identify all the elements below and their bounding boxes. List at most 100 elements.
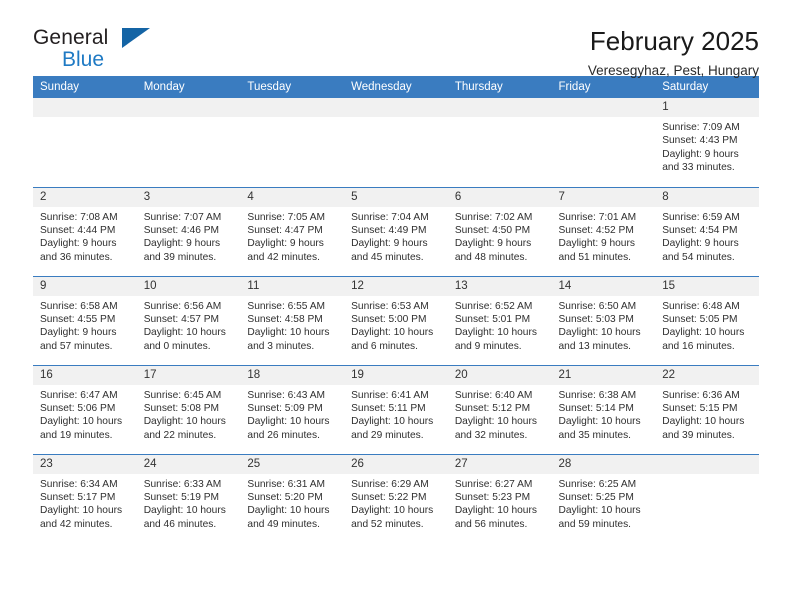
calendar-day-cell[interactable]: 18 Sunrise: 6:43 AM Sunset: 5:09 PM Dayligh… [240, 364, 345, 454]
sunrise-text: Sunrise: 6:58 AM [40, 300, 118, 312]
sunset-text: Sunset: 5:06 PM [40, 402, 116, 414]
daylight-text: Daylight: 10 hours and 6 minutes. [351, 327, 434, 352]
calendar-day-cell[interactable]: 15 Sunrise: 6:48 AM Sunset: 5:05 PM Dayligh… [655, 275, 759, 365]
calendar-day-cell-empty [33, 98, 137, 187]
day-number: 18 [240, 365, 345, 385]
day-details: Sunrise: 6:31 AM Sunset: 5:20 PM Daylight:… [240, 474, 344, 532]
calendar-day-cell[interactable]: 23 Sunrise: 6:34 AM Sunset: 5:17 PM Dayligh… [33, 453, 137, 543]
daylight-text: Daylight: 10 hours and 46 minutes. [143, 505, 226, 530]
daylight-text: Daylight: 10 hours and 16 minutes. [662, 327, 745, 352]
calendar-day-cell[interactable]: 14 Sunrise: 6:50 AM Sunset: 5:03 PM Dayligh… [551, 275, 656, 365]
calendar-header-row: Sunday Monday Tuesday Wednesday Thursday… [33, 76, 759, 98]
calendar-day-cell[interactable]: 13 Sunrise: 6:52 AM Sunset: 5:01 PM Dayligh… [447, 275, 552, 365]
sunset-text: Sunset: 5:03 PM [558, 313, 634, 325]
calendar-day-cell[interactable]: 19 Sunrise: 6:41 AM Sunset: 5:11 PM Dayligh… [344, 364, 448, 454]
sunset-text: Sunset: 5:17 PM [40, 491, 116, 503]
calendar-day-cell[interactable]: 28 Sunrise: 6:25 AM Sunset: 5:25 PM Dayligh… [551, 453, 656, 543]
calendar-day-cell[interactable]: 7 Sunrise: 7:01 AM Sunset: 4:52 PM Daylight… [551, 186, 656, 276]
calendar-page: General Blue February 2025 Veresegyhaz, … [0, 0, 792, 612]
page-subtitle: Veresegyhaz, Pest, Hungary [587, 63, 759, 79]
sunset-text: Sunset: 4:58 PM [247, 313, 323, 325]
calendar-day-cell[interactable]: 5 Sunrise: 7:04 AM Sunset: 4:49 PM Daylight… [344, 186, 448, 276]
sunrise-text: Sunrise: 6:43 AM [247, 389, 325, 401]
day-details: Sunrise: 6:53 AM Sunset: 5:00 PM Daylight:… [344, 296, 448, 354]
calendar-week-row: 9 Sunrise: 6:58 AM Sunset: 4:55 PM Daylight… [33, 275, 759, 365]
calendar-day-cell[interactable]: 27 Sunrise: 6:27 AM Sunset: 5:23 PM Dayligh… [447, 453, 552, 543]
calendar-day-cell[interactable]: 6 Sunrise: 7:02 AM Sunset: 4:50 PM Daylight… [447, 186, 552, 276]
sunrise-text: Sunrise: 7:01 AM [558, 211, 637, 223]
calendar-day-cell[interactable]: 20 Sunrise: 6:40 AM Sunset: 5:12 PM Dayligh… [447, 364, 552, 454]
weekday-header-saturday: Saturday [655, 76, 759, 98]
sunset-text: Sunset: 5:14 PM [558, 402, 634, 414]
sunset-text: Sunset: 4:52 PM [558, 224, 634, 236]
sunset-text: Sunset: 4:50 PM [454, 224, 531, 236]
calendar-day-cell[interactable]: 4 Sunrise: 7:05 AM Sunset: 4:47 PM Daylight… [240, 186, 345, 276]
day-number: 19 [344, 365, 448, 385]
sunrise-text: Sunrise: 6:48 AM [662, 300, 740, 312]
sunrise-text: Sunrise: 7:08 AM [40, 211, 118, 223]
daylight-text: Daylight: 10 hours and 26 minutes. [247, 416, 330, 441]
calendar-day-cell[interactable]: 8 Sunrise: 6:59 AM Sunset: 4:54 PM Daylight… [655, 186, 759, 276]
calendar-day-cell[interactable]: 1 Sunrise: 7:09 AM Sunset: 4:43 PM Daylight… [655, 98, 759, 187]
calendar-day-cell[interactable]: 21 Sunrise: 6:38 AM Sunset: 5:14 PM Dayligh… [551, 364, 656, 454]
daylight-text: Daylight: 10 hours and 35 minutes. [558, 416, 641, 441]
calendar-day-cell[interactable]: 26 Sunrise: 6:29 AM Sunset: 5:22 PM Dayligh… [344, 453, 448, 543]
sunset-text: Sunset: 5:11 PM [351, 402, 426, 414]
daylight-text: Daylight: 9 hours and 57 minutes. [40, 327, 117, 352]
daylight-text: Daylight: 10 hours and 59 minutes. [558, 505, 641, 530]
sunrise-text: Sunrise: 6:53 AM [351, 300, 429, 312]
calendar-day-cell[interactable]: 12 Sunrise: 6:53 AM Sunset: 5:00 PM Dayligh… [344, 275, 448, 365]
sunrise-text: Sunrise: 6:34 AM [40, 478, 118, 490]
day-number: 26 [344, 454, 448, 474]
weekday-header-friday: Friday [551, 76, 656, 98]
sunset-text: Sunset: 5:22 PM [351, 491, 427, 503]
daylight-text: Daylight: 9 hours and 39 minutes. [143, 238, 221, 263]
calendar-day-cell[interactable]: 3 Sunrise: 7:07 AM Sunset: 4:46 PM Daylight… [136, 186, 241, 276]
sunrise-text: Sunrise: 7:02 AM [454, 211, 533, 223]
sunrise-text: Sunrise: 6:36 AM [662, 389, 740, 401]
calendar-day-cell[interactable]: 2 Sunrise: 7:08 AM Sunset: 4:44 PM Daylight… [33, 186, 137, 276]
calendar-day-cell-empty [344, 98, 448, 187]
sunset-text: Sunset: 4:49 PM [351, 224, 427, 236]
weekday-header-monday: Monday [136, 76, 241, 98]
sunset-text: Sunset: 5:19 PM [143, 491, 220, 503]
sunset-text: Sunset: 5:12 PM [454, 402, 531, 414]
calendar-day-cell[interactable]: 10 Sunrise: 6:56 AM Sunset: 4:57 PM Dayligh… [136, 275, 241, 365]
weekday-header-wednesday: Wednesday [344, 76, 448, 98]
day-details: Sunrise: 6:52 AM Sunset: 5:01 PM Daylight:… [448, 296, 552, 354]
sunrise-text: Sunrise: 7:05 AM [247, 211, 325, 223]
calendar-day-cell[interactable]: 16 Sunrise: 6:47 AM Sunset: 5:06 PM Dayligh… [33, 364, 137, 454]
daylight-text: Daylight: 10 hours and 52 minutes. [351, 505, 434, 530]
day-number: 4 [240, 187, 345, 207]
day-details: Sunrise: 6:29 AM Sunset: 5:22 PM Daylight:… [344, 474, 448, 532]
weekday-header-sunday: Sunday [33, 76, 137, 98]
sunrise-text: Sunrise: 6:50 AM [558, 300, 637, 312]
sunrise-text: Sunrise: 7:04 AM [351, 211, 429, 223]
day-number: 2 [33, 187, 137, 207]
calendar-day-cell[interactable]: 25 Sunrise: 6:31 AM Sunset: 5:20 PM Dayligh… [240, 453, 345, 543]
sunrise-text: Sunrise: 6:27 AM [454, 478, 533, 490]
sunrise-text: Sunrise: 6:33 AM [143, 478, 222, 490]
daylight-text: Daylight: 10 hours and 32 minutes. [454, 416, 537, 441]
day-number [447, 98, 552, 117]
daylight-text: Daylight: 10 hours and 42 minutes. [40, 505, 123, 530]
sunset-text: Sunset: 5:00 PM [351, 313, 427, 325]
brand-logo[interactable]: General Blue [33, 27, 163, 79]
day-number: 16 [33, 365, 137, 385]
day-number: 17 [136, 365, 241, 385]
sunrise-text: Sunrise: 6:40 AM [454, 389, 533, 401]
calendar-table: Sunday Monday Tuesday Wednesday Thursday… [33, 76, 759, 543]
sunrise-text: Sunrise: 6:38 AM [558, 389, 637, 401]
calendar-day-cell[interactable]: 11 Sunrise: 6:55 AM Sunset: 4:58 PM Dayligh… [240, 275, 345, 365]
day-number: 9 [33, 276, 137, 296]
calendar-week-row: 2 Sunrise: 7:08 AM Sunset: 4:44 PM Daylight… [33, 186, 759, 276]
day-number: 3 [136, 187, 241, 207]
calendar-day-cell[interactable]: 17 Sunrise: 6:45 AM Sunset: 5:08 PM Dayligh… [136, 364, 241, 454]
day-number: 13 [447, 276, 552, 296]
sunset-text: Sunset: 5:01 PM [454, 313, 531, 325]
brand-name-bottom: Blue [62, 48, 105, 71]
sunset-text: Sunset: 4:46 PM [143, 224, 220, 236]
calendar-day-cell[interactable]: 24 Sunrise: 6:33 AM Sunset: 5:19 PM Dayligh… [136, 453, 241, 543]
calendar-day-cell[interactable]: 9 Sunrise: 6:58 AM Sunset: 4:55 PM Daylight… [33, 275, 137, 365]
calendar-day-cell[interactable]: 22 Sunrise: 6:36 AM Sunset: 5:15 PM Dayligh… [655, 364, 759, 454]
